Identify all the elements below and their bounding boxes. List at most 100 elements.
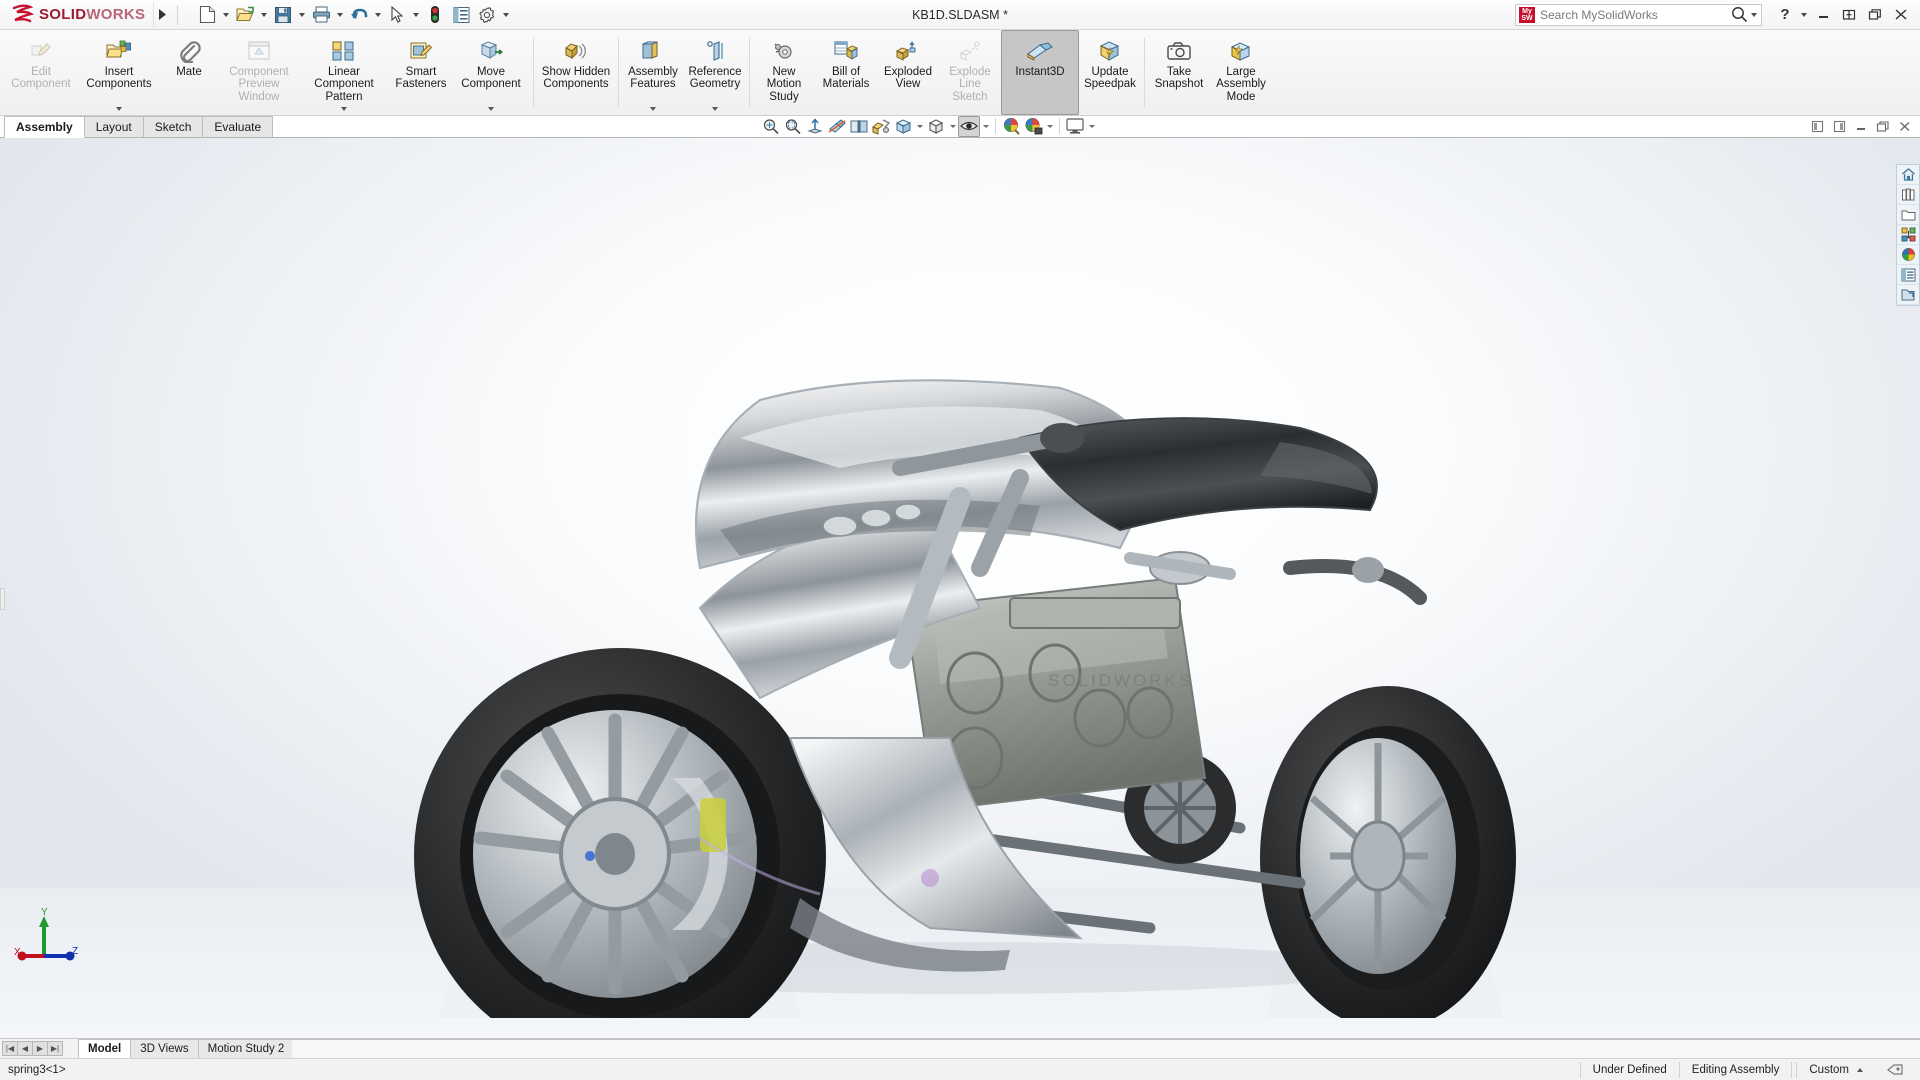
bottom-tab-motion-study[interactable]: Motion Study 2	[197, 1039, 295, 1058]
help-button[interactable]: ?	[1772, 3, 1798, 27]
mate-button[interactable]: Mate	[158, 30, 220, 115]
bottom-tab-3d-views[interactable]: 3D Views	[130, 1039, 199, 1058]
last-tab-button[interactable]: ▶|	[47, 1041, 63, 1056]
open-document-button[interactable]	[232, 2, 258, 28]
sw-resources-button[interactable]	[1897, 165, 1919, 185]
tab-evaluate[interactable]: Evaluate	[202, 116, 274, 137]
linear-component-pattern-caret[interactable]	[341, 107, 347, 111]
options-button[interactable]	[474, 2, 500, 28]
open-document-caret[interactable]	[258, 2, 270, 28]
help-caret[interactable]	[1798, 2, 1810, 28]
ribbon-divider-2	[618, 38, 619, 107]
linear-component-pattern-button[interactable]: Linear Component Pattern	[298, 30, 390, 115]
rebuild-button[interactable]	[422, 2, 448, 28]
3d-drawing-view-button[interactable]	[870, 116, 892, 137]
status-overlay-icon[interactable]	[1875, 1062, 1916, 1078]
search-caret[interactable]	[1749, 2, 1759, 28]
update-speedpak-button[interactable]: Update Speedpak	[1079, 30, 1141, 115]
new-document-caret[interactable]	[220, 2, 232, 28]
bottom-tab-model[interactable]: Model	[78, 1039, 132, 1058]
search-input[interactable]	[1540, 7, 1730, 22]
viewport-layout-button[interactable]	[1064, 116, 1086, 137]
close-document-button[interactable]	[1894, 116, 1916, 136]
zoom-to-fit-button[interactable]	[760, 116, 782, 137]
view-orientation-button[interactable]	[848, 116, 870, 137]
solidworks-logo[interactable]: SOLIDWORKS	[0, 0, 153, 29]
maximize-button[interactable]	[1862, 3, 1888, 27]
assembly-features-button[interactable]: Assembly Features	[622, 30, 684, 115]
section-view-button[interactable]	[826, 116, 848, 137]
document-recovery-button[interactable]	[1897, 285, 1919, 305]
select-tool-button[interactable]	[384, 2, 410, 28]
smart-fasteners-icon	[409, 38, 433, 64]
zoom-to-area-button[interactable]	[782, 116, 804, 137]
menu-expand-arrow[interactable]	[153, 1, 171, 28]
graphics-viewport[interactable]: SOLIDWORKS Y X Z	[0, 138, 1920, 1038]
restore-document-button[interactable]	[1872, 116, 1894, 136]
move-component-caret[interactable]	[488, 107, 494, 111]
show-hidden-components-button[interactable]: Show Hidden Components	[537, 30, 615, 115]
new-motion-study-button[interactable]: New Motion Study	[753, 30, 815, 115]
display-style-caret[interactable]	[914, 116, 925, 137]
previous-tab-button[interactable]: ◀	[17, 1041, 33, 1056]
minimize-button[interactable]	[1810, 3, 1836, 27]
explode-line-sketch-button[interactable]: Explode Line Sketch	[939, 30, 1001, 115]
instant3d-button[interactable]: Instant3D	[1001, 30, 1079, 115]
tab-layout[interactable]: Layout	[83, 116, 144, 137]
hide-show-items-caret[interactable]	[947, 116, 958, 137]
toolbar-divider	[177, 4, 179, 25]
save-document-caret[interactable]	[296, 2, 308, 28]
view-palette-button[interactable]	[1897, 225, 1919, 245]
undo-button[interactable]	[346, 2, 372, 28]
close-button[interactable]	[1888, 3, 1914, 27]
exploded-view-button[interactable]: Exploded View	[877, 30, 939, 115]
select-tool-caret[interactable]	[410, 2, 422, 28]
tab-sketch[interactable]: Sketch	[142, 116, 204, 137]
collapse-left-panel-button[interactable]	[1806, 116, 1828, 136]
print-document-button[interactable]	[308, 2, 334, 28]
search-icon[interactable]	[1731, 6, 1748, 23]
edit-component-button[interactable]: Edit Component	[2, 30, 80, 115]
move-component-button[interactable]: Move Component	[452, 30, 530, 115]
new-document-button[interactable]	[194, 2, 220, 28]
reference-geometry-caret[interactable]	[712, 107, 718, 111]
custom-properties-button[interactable]	[1897, 265, 1919, 285]
document-recovery-icon	[1901, 289, 1914, 300]
appearances-scenes-button[interactable]	[1897, 245, 1919, 265]
restore-button[interactable]	[1836, 3, 1862, 27]
render-tools-button[interactable]	[1022, 116, 1044, 137]
take-snapshot-button[interactable]: Take Snapshot	[1148, 30, 1210, 115]
mysolidworks-search[interactable]: My SW	[1515, 2, 1762, 28]
component-preview-window-button[interactable]: Component Preview Window	[220, 30, 298, 115]
design-library-button[interactable]	[1897, 185, 1919, 205]
file-properties-button[interactable]	[448, 2, 474, 28]
display-style-button[interactable]	[892, 116, 914, 137]
render-tools-caret[interactable]	[1044, 116, 1055, 137]
first-tab-button[interactable]: |◀	[2, 1041, 18, 1056]
large-assembly-mode-button[interactable]: Large Assembly Mode	[1210, 30, 1272, 115]
exploded-view-label: Exploded View	[884, 66, 932, 91]
expand-right-panel-button[interactable]	[1828, 116, 1850, 136]
next-tab-button[interactable]: ▶	[32, 1041, 48, 1056]
motorcycle-model[interactable]: SOLIDWORKS	[0, 138, 1920, 1018]
previous-view-button[interactable]	[804, 116, 826, 137]
options-caret[interactable]	[500, 2, 512, 28]
viewport-layout-caret[interactable]	[1086, 116, 1097, 137]
save-document-button[interactable]	[270, 2, 296, 28]
tab-assembly[interactable]: Assembly	[4, 116, 85, 138]
insert-components-button[interactable]: Insert Components	[80, 30, 158, 115]
print-document-caret[interactable]	[334, 2, 346, 28]
hide-show-items-button[interactable]	[925, 116, 947, 137]
view-settings-caret[interactable]	[980, 116, 991, 137]
smart-fasteners-button[interactable]: Smart Fasteners	[390, 30, 452, 115]
insert-components-caret[interactable]	[116, 107, 122, 111]
undo-caret[interactable]	[372, 2, 384, 28]
view-settings-button[interactable]	[958, 115, 980, 137]
minimize-document-button[interactable]	[1850, 116, 1872, 136]
assembly-features-caret[interactable]	[650, 107, 656, 111]
apply-scene-button[interactable]	[1000, 116, 1022, 137]
status-units[interactable]: Custom	[1796, 1061, 1875, 1078]
file-explorer-button[interactable]	[1897, 205, 1919, 225]
reference-geometry-button[interactable]: Reference Geometry	[684, 30, 746, 115]
bill-of-materials-button[interactable]: Bill of Materials	[815, 30, 877, 115]
